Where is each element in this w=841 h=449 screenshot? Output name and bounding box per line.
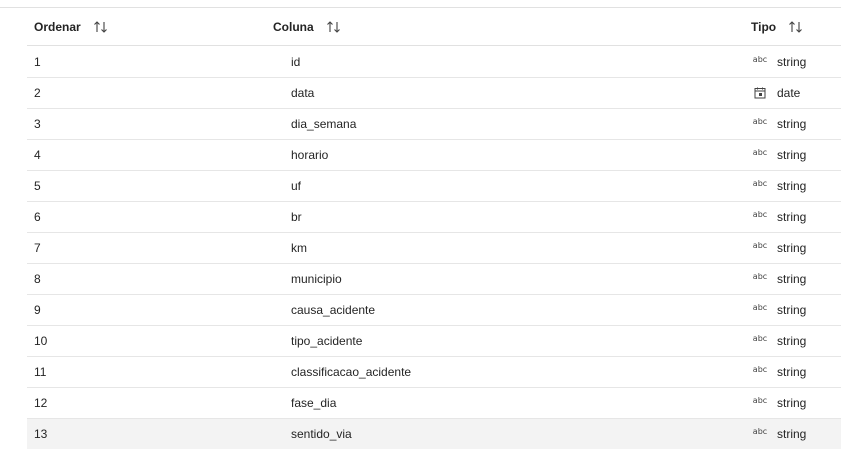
row-type: string [777,54,807,69]
row-order: 3 [34,117,41,131]
table-row[interactable]: 11 classificacao_acidente abc string [27,357,841,388]
header-order[interactable]: Ordenar [34,8,111,45]
row-type: string [777,179,807,193]
row-order: 13 [34,427,48,441]
row-type: string [777,210,807,224]
row-type: string [777,396,807,410]
schema-table: Ordenar Coluna Tipo 1 id abc string 2 da… [27,8,841,449]
row-column-name: classificacao_acidente [291,365,412,379]
row-column-name: br [291,210,302,224]
abc-icon: abc [752,272,768,281]
header-order-label: Ordenar [34,19,81,34]
abc-icon: abc [752,210,768,219]
abc-icon: abc [752,179,768,188]
row-column-name: sentido_via [291,427,352,441]
row-order: 1 [34,54,41,69]
abc-icon: abc [752,241,768,250]
row-order: 5 [34,179,41,193]
row-type: string [777,334,807,348]
row-order: 9 [34,303,41,317]
row-column-name: tipo_acidente [291,334,363,348]
table-row[interactable]: 1 id abc string [27,46,841,78]
row-column-name: causa_acidente [291,303,376,317]
row-column-name: uf [291,179,302,193]
row-order: 2 [34,86,41,100]
table-row[interactable]: 9 causa_acidente abc string [27,295,841,326]
header-type-label: Tipo [751,19,777,34]
row-column-name: data [291,86,315,100]
abc-icon: abc [752,303,768,312]
abc-icon: abc [752,427,768,436]
row-type: string [777,117,807,131]
row-order: 4 [34,148,41,162]
row-type: string [777,365,807,379]
header-column-label: Coluna [273,19,314,34]
row-order: 8 [34,272,41,286]
table-row[interactable]: 12 fase_dia abc string [27,388,841,419]
table-row[interactable]: 3 dia_semana abc string [27,109,841,140]
abc-icon: abc [752,365,768,374]
row-type: string [777,148,807,162]
table-header: Ordenar Coluna Tipo [27,8,841,46]
abc-icon: abc [752,54,768,64]
header-column[interactable]: Coluna [273,8,344,45]
table-row[interactable]: 8 municipio abc string [27,264,841,295]
row-column-name: horario [291,148,329,162]
abc-icon: abc [752,334,768,343]
row-type: string [777,272,807,286]
row-order: 7 [34,241,41,255]
sort-icon[interactable] [93,19,111,35]
row-type: string [777,241,807,255]
table-row[interactable]: 6 br abc string [27,202,841,233]
schema-panel: Ordenar Coluna Tipo 1 id abc string 2 da… [0,0,841,449]
calendar-icon [751,78,769,108]
table-body: 1 id abc string 2 data date 3 dia_semana abc strin… [27,46,841,449]
table-row[interactable]: 5 uf abc string [27,171,841,202]
abc-icon: abc [752,148,768,157]
row-type: string [777,303,807,317]
sort-icon[interactable] [326,19,344,35]
table-row[interactable]: 7 km abc string [27,233,841,264]
row-column-name: dia_semana [291,117,357,131]
row-column-name: municipio [291,272,342,286]
table-row[interactable]: 10 tipo_acidente abc string [27,326,841,357]
row-order: 6 [34,210,41,224]
table-row[interactable]: 4 horario abc string [27,140,841,171]
row-order: 11 [34,365,47,379]
row-order: 12 [34,396,48,410]
sort-icon[interactable] [788,19,806,35]
abc-icon: abc [752,117,768,126]
row-column-name: fase_dia [291,396,337,410]
abc-icon: abc [752,396,768,405]
table-row[interactable]: 13 sentido_via abc string [27,419,841,449]
row-column-name: id [291,54,301,69]
row-order: 10 [34,334,48,348]
table-row[interactable]: 2 data date [27,78,841,109]
row-column-name: km [291,241,307,255]
header-type[interactable]: Tipo [751,8,806,45]
row-type: date [777,86,801,100]
row-type: string [777,427,807,441]
